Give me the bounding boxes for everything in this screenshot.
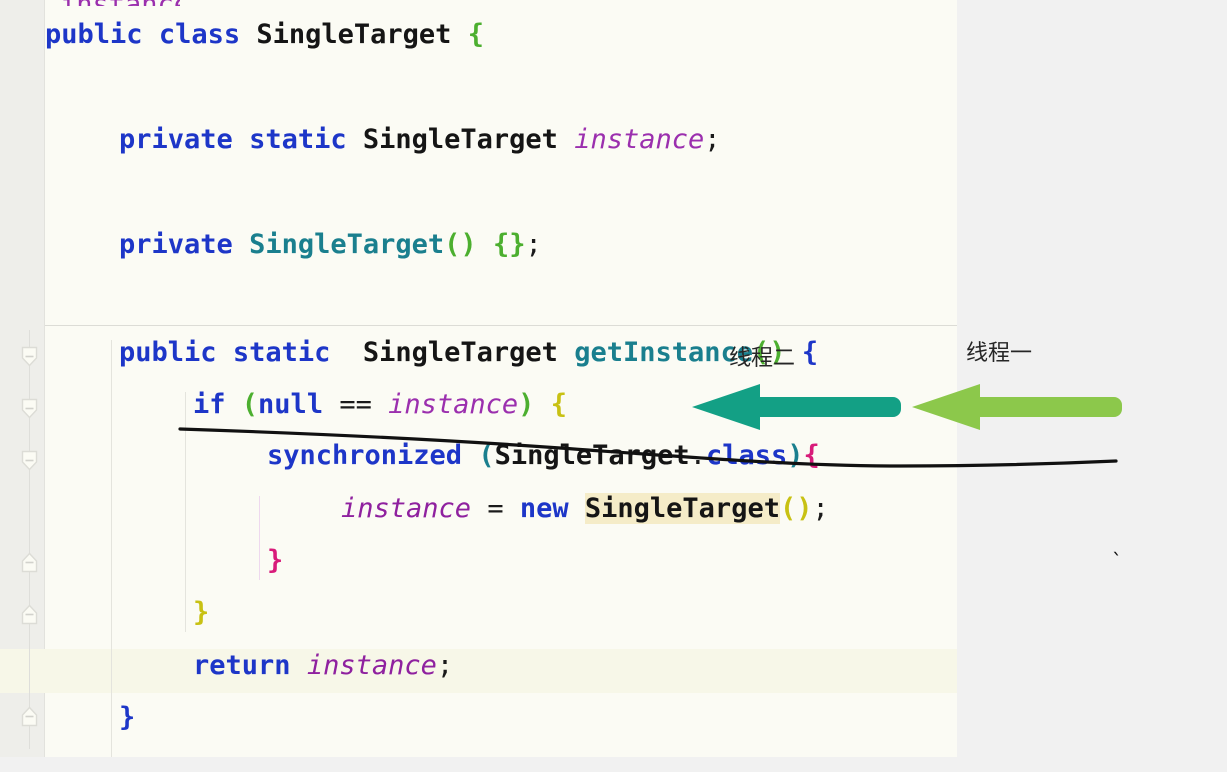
line-null-check-token-3: null [258,389,324,420]
line-private-ctor[interactable]: private SingleTarget() {}; [119,230,542,260]
line-new-instance-token-1 [471,493,487,524]
line-new-instance-token-8: ) [796,493,813,524]
line-private-ctor-token-3: ( [444,229,461,260]
line-get-instance-token-1 [217,337,233,368]
line-null-check-token-4 [323,389,339,420]
fold-marker-4-icon[interactable] [21,552,38,573]
line-new-instance-token-2: = [487,493,504,524]
fold-marker-6-icon[interactable] [21,706,38,727]
line-new-instance-token-5 [569,493,585,524]
line-new-instance-token-9: ; [812,493,829,524]
indent-guide-level-2 [185,392,186,632]
line-null-check-token-9 [534,389,550,420]
line-null-check-token-0: if [193,389,226,420]
line-return[interactable]: return instance; [193,651,453,681]
line-field-instance-token-0: private [119,124,233,155]
line-close-if-token-0: } [193,597,210,628]
fold-marker-5-icon[interactable] [21,604,38,625]
line-new-instance[interactable]: instance = new SingleTarget(); [341,493,829,524]
fold-marker-2-icon[interactable] [21,398,38,419]
line-synchronized-token-2: ( [478,440,495,471]
line-class-decl-token-5 [451,19,467,50]
fold-spine [29,330,30,749]
indent-guide-level-1 [111,340,112,757]
line-private-ctor-token-0: private [119,229,233,260]
line-get-instance-token-10: { [801,337,819,368]
line-null-check[interactable]: if (null == instance) { [193,390,567,420]
line-get-instance-token-5 [558,337,574,368]
line-close-if[interactable]: } [193,598,209,628]
code-editor-pane[interactable]: public class SingleTarget { private stati… [0,0,957,757]
line-null-check-token-1 [226,389,242,420]
indent-guide-level-3 [259,496,260,580]
line-close-method[interactable]: } [119,703,135,733]
fold-marker-3-icon[interactable] [21,450,38,471]
line-new-instance-token-6: SingleTarget [584,493,780,524]
line-synchronized[interactable]: synchronized (SingleTarget.class){ [267,441,820,471]
clipped-code-fragment-top: instance; [60,0,180,6]
line-return-token-3: ; [436,650,454,681]
line-new-instance-token-3 [504,493,520,524]
line-class-decl-token-0: public [45,19,143,50]
line-field-instance-token-1 [233,124,249,155]
line-null-check-token-5: == [339,389,372,420]
line-return-token-1 [291,650,307,681]
line-synchronized-token-5: class [705,440,788,471]
line-private-ctor-token-1 [233,229,249,260]
line-private-ctor-token-2: SingleTarget [249,229,445,260]
thread-one-annotation: 线程一 [966,341,1033,366]
line-class-decl[interactable]: public class SingleTarget { [45,20,484,50]
line-new-instance-token-0: instance [341,493,472,524]
line-private-ctor-token-5 [477,229,493,260]
line-synchronized-token-3: SingleTarget [494,440,690,471]
line-close-sync[interactable]: } [267,546,283,576]
line-null-check-token-10: { [550,389,567,420]
line-synchronized-token-4: . [689,440,706,471]
line-class-decl-token-6: { [467,19,484,50]
thread-two-annotation: 线程二 [729,346,796,371]
line-new-instance-token-4: new [519,493,569,524]
line-close-sync-token-0: } [267,545,284,576]
line-field-instance-token-2: static [249,124,347,155]
line-get-instance[interactable]: public static SingleTarget getInstance()… [119,338,818,368]
line-synchronized-token-6: ) [787,440,804,471]
line-synchronized-token-7: { [803,440,820,471]
line-field-instance-token-7: ; [704,124,721,155]
line-field-instance-token-3 [347,124,363,155]
line-new-instance-token-7: ( [779,493,797,524]
line-private-ctor-token-7: } [509,229,526,260]
line-null-check-token-2: ( [241,389,259,420]
line-field-instance-token-5 [558,124,574,155]
fold-marker-1-icon[interactable] [21,346,38,367]
line-null-check-token-6 [372,389,388,420]
stray-tick-mark: ` [1112,549,1122,573]
editor-gutter[interactable] [0,0,45,757]
line-get-instance-token-4: SingleTarget [362,337,558,368]
line-class-decl-token-1 [143,19,159,50]
line-return-token-0: return [193,650,291,681]
line-return-token-2: instance [306,650,437,681]
line-get-instance-token-6: getInstance [574,337,754,368]
line-get-instance-token-3 [330,337,363,368]
line-field-instance-token-4: SingleTarget [362,124,558,155]
member-separator-line [45,325,957,326]
line-class-decl-token-3 [240,19,256,50]
line-class-decl-token-4: SingleTarget [256,19,452,50]
line-private-ctor-token-8: ; [525,229,542,260]
line-private-ctor-token-4: ) [460,229,477,260]
line-null-check-token-8: ) [518,389,535,420]
line-close-method-token-0: } [119,702,136,733]
line-field-instance-token-6: instance [574,124,705,155]
line-private-ctor-token-6: { [492,229,510,260]
line-synchronized-token-1 [462,440,478,471]
line-field-instance[interactable]: private static SingleTarget instance; [119,125,721,155]
line-null-check-token-7: instance [388,389,519,420]
line-synchronized-token-0: synchronized [267,440,463,471]
line-class-decl-token-2: class [158,19,241,50]
current-line-highlight [0,649,957,693]
line-get-instance-token-2: static [232,337,331,368]
line-get-instance-token-0: public [119,337,217,368]
gutter-divider [44,0,45,757]
